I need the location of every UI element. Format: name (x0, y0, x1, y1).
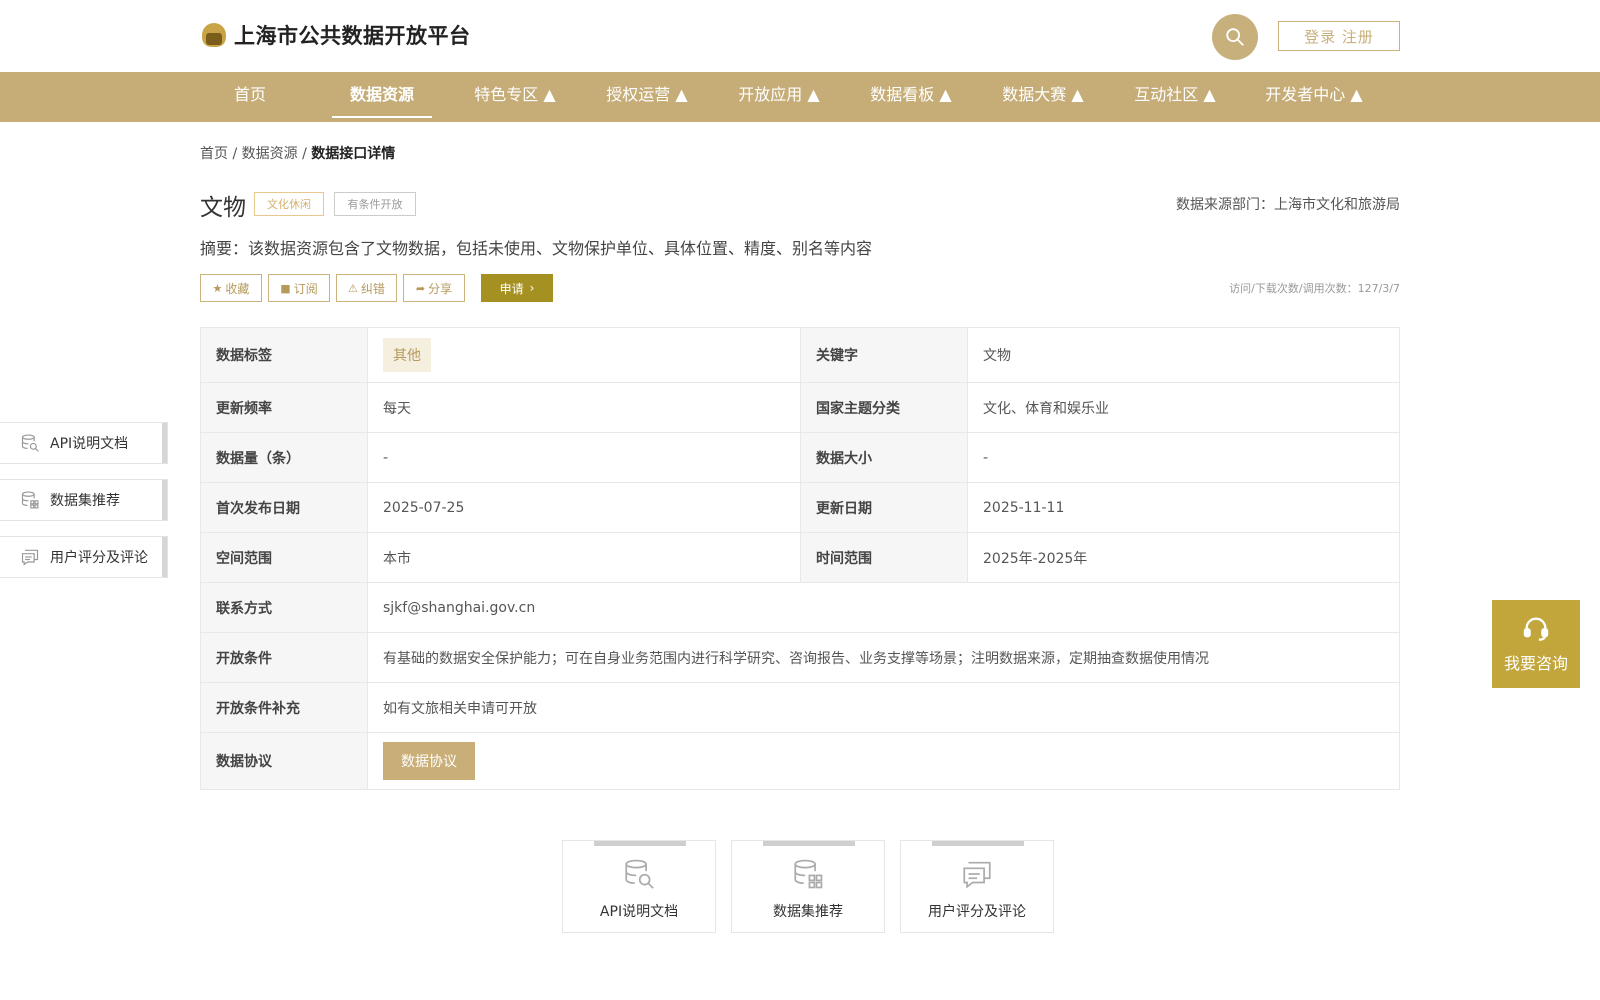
table-row: 开放条件补充 如有文旅相关申请可开放 (201, 683, 1399, 733)
data-protocol-button[interactable]: 数据协议 (383, 742, 475, 780)
data-count-value: - (368, 433, 801, 482)
national-category-label: 国家主题分类 (801, 383, 968, 432)
report-error-button[interactable]: ⚠ 纠错 (336, 274, 397, 302)
table-row: 数据协议 数据协议 (201, 733, 1399, 790)
data-tag-chip[interactable]: 其他 (383, 338, 431, 372)
database-grid-icon (794, 859, 823, 889)
table-row: 联系方式 sjkf@shanghai.gov.cn (201, 583, 1399, 633)
data-protocol-value: 数据协议 (368, 733, 1399, 789)
update-date-label: 更新日期 (801, 483, 968, 532)
update-frequency-value: 每天 (368, 383, 801, 432)
nav-item-authorized-ops[interactable]: 授权运营 ▲ (594, 72, 700, 122)
first-publish-value: 2025-07-25 (368, 483, 801, 532)
time-range-label: 时间范围 (801, 533, 968, 582)
data-tag-value: 其他 (368, 328, 801, 382)
share-icon: ➦ (415, 281, 426, 295)
table-row: 更新频率 每天 国家主题分类 文化、体育和娱乐业 (201, 383, 1399, 433)
nav-item-developer[interactable]: 开发者中心 ▲ (1254, 72, 1374, 122)
nav-item-data-resources[interactable]: 数据资源 (332, 72, 432, 122)
data-size-value: - (983, 449, 989, 466)
update-frequency-label: 更新频率 (201, 383, 368, 432)
star-icon: ★ (212, 281, 223, 295)
national-category-value: 文化、体育和娱乐业 (983, 400, 1109, 417)
data-size-label: 数据大小 (801, 433, 968, 482)
logo-icon (200, 21, 228, 49)
open-condition-extra-value: 如有文旅相关申请可开放 (383, 700, 537, 717)
breadcrumb-separator: / (297, 146, 312, 162)
open-condition-value: 有基础的数据安全保护能力；可在自身业务范围内进行科学研究、咨询报告、业务支撑等场… (383, 650, 1209, 667)
nav-item-data-board[interactable]: 数据看板 ▲ (858, 72, 964, 122)
nav-item-home[interactable]: 首页 (222, 72, 278, 122)
data-tag-label: 数据标签 (201, 328, 368, 382)
breadcrumb: 首页 / 数据资源 / 数据接口详情 (200, 143, 395, 163)
table-row: 数据量（条） - 数据大小 - (201, 433, 1399, 483)
side-menu-api-doc[interactable]: API说明文档 (0, 422, 168, 464)
source-department: 数据来源部门：上海市文化和旅游局 (1176, 197, 1400, 213)
top-header: 上海市公共数据开放平台 登录 注册 (0, 0, 1600, 72)
keyword-value: 文物 (983, 348, 1011, 364)
comment-icon (21, 549, 39, 566)
comment-icon (963, 861, 991, 889)
time-range-value: 2025年-2025年 (983, 550, 1088, 567)
category-tag: 文化休闲 (254, 192, 324, 216)
data-protocol-label: 数据协议 (201, 733, 368, 789)
table-row: 数据标签 其他 关键字 文物 (201, 328, 1399, 383)
side-menu-dataset-recommend[interactable]: 数据集推荐 (0, 479, 168, 521)
warning-icon: ⚠ (348, 281, 358, 295)
side-menu-user-comments[interactable]: 用户评分及评论 (0, 536, 168, 578)
consult-button[interactable]: 我要咨询 (1492, 600, 1580, 688)
open-type-tag: 有条件开放 (334, 192, 416, 216)
apply-button[interactable]: 申请 › (481, 274, 553, 302)
nav-item-data-contest[interactable]: 数据大赛 ▲ (990, 72, 1096, 122)
card-api-doc[interactable]: API说明文档 (562, 840, 716, 933)
breadcrumb-separator: / (228, 146, 242, 162)
chevron-right-icon: › (529, 281, 535, 295)
contact-label: 联系方式 (201, 583, 368, 632)
data-count-label: 数据量（条） (201, 433, 368, 482)
abstract-text: 摘要：该数据资源包含了文物数据，包括未使用、文物保护单位、具体位置、精度、别名等… (200, 239, 873, 258)
breadcrumb-data-resources[interactable]: 数据资源 (242, 146, 298, 162)
card-dataset-recommend[interactable]: 数据集推荐 (731, 840, 885, 933)
table-row: 开放条件 有基础的数据安全保护能力；可在自身业务范围内进行科学研究、咨询报告、业… (201, 633, 1399, 683)
card-user-comments[interactable]: 用户评分及评论 (900, 840, 1054, 933)
search-button[interactable] (1212, 14, 1258, 60)
open-condition-label: 开放条件 (201, 633, 368, 682)
nav-item-open-apps[interactable]: 开放应用 ▲ (726, 72, 832, 122)
subscribe-button[interactable]: ■ 订阅 (268, 274, 330, 302)
info-table: 数据标签 其他 关键字 文物 更新频率 每天 国家主题分类 文化、体育和娱乐业 … (200, 327, 1400, 790)
database-search-icon (625, 859, 654, 889)
headset-icon (1523, 617, 1549, 641)
keyword-label: 关键字 (801, 328, 968, 382)
breadcrumb-current: 数据接口详情 (311, 146, 396, 162)
table-row: 首次发布日期 2025-07-25 更新日期 2025-11-11 (201, 483, 1399, 533)
search-icon (1226, 28, 1244, 46)
open-condition-extra-label: 开放条件补充 (201, 683, 368, 732)
spatial-range-label: 空间范围 (201, 533, 368, 582)
table-row: 空间范围 本市 时间范围 2025年-2025年 (201, 533, 1399, 583)
contact-value: sjkf@shanghai.gov.cn (383, 599, 536, 616)
main-nav: 首页 数据资源 特色专区 ▲ 授权运营 ▲ 开放应用 ▲ 数据看板 ▲ 数据大赛… (0, 72, 1600, 122)
page-title: 文物 (200, 195, 246, 221)
access-stats: 访问/下载次数/调用次数：127/3/7 (1229, 282, 1400, 295)
bookmark-icon: ■ (280, 281, 291, 295)
first-publish-label: 首次发布日期 (201, 483, 368, 532)
site-title: 上海市公共数据开放平台 (234, 24, 471, 48)
site-logo[interactable]: 上海市公共数据开放平台 (200, 20, 471, 50)
nav-item-community[interactable]: 互动社区 ▲ (1122, 72, 1228, 122)
update-date-value: 2025-11-11 (983, 499, 1065, 516)
login-register-button[interactable]: 登录 注册 (1278, 21, 1400, 51)
database-search-icon (21, 434, 39, 452)
nav-item-special-zone[interactable]: 特色专区 ▲ (462, 72, 568, 122)
favorite-button[interactable]: ★ 收藏 (200, 274, 262, 302)
spatial-range-value: 本市 (368, 533, 801, 582)
breadcrumb-home[interactable]: 首页 (200, 146, 228, 162)
database-grid-icon (21, 491, 39, 509)
share-button[interactable]: ➦ 分享 (403, 274, 465, 302)
